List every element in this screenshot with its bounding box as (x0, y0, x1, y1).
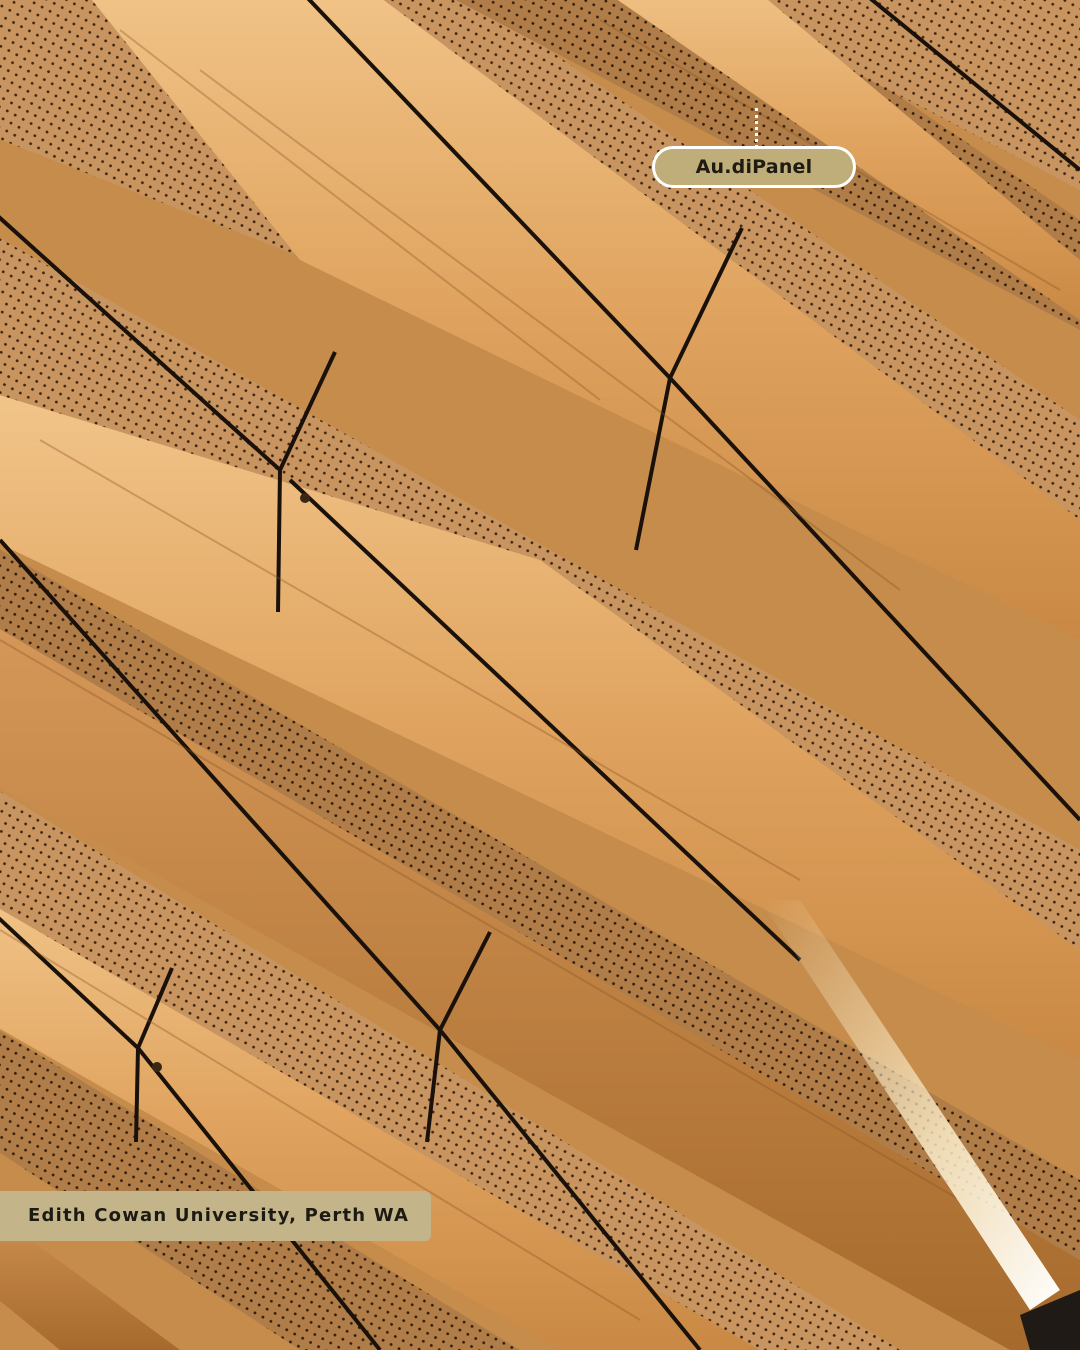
product-tag[interactable]: Au.diPanel (652, 146, 856, 188)
location-caption: Edith Cowan University, Perth WA (0, 1191, 431, 1241)
screw (152, 1062, 162, 1072)
photo-stage: Au.diPanel Edith Cowan University, Perth… (0, 0, 1080, 1350)
timber-ceiling-photo (0, 0, 1080, 1350)
screw (300, 493, 310, 503)
callout-dotted-line (755, 108, 758, 148)
